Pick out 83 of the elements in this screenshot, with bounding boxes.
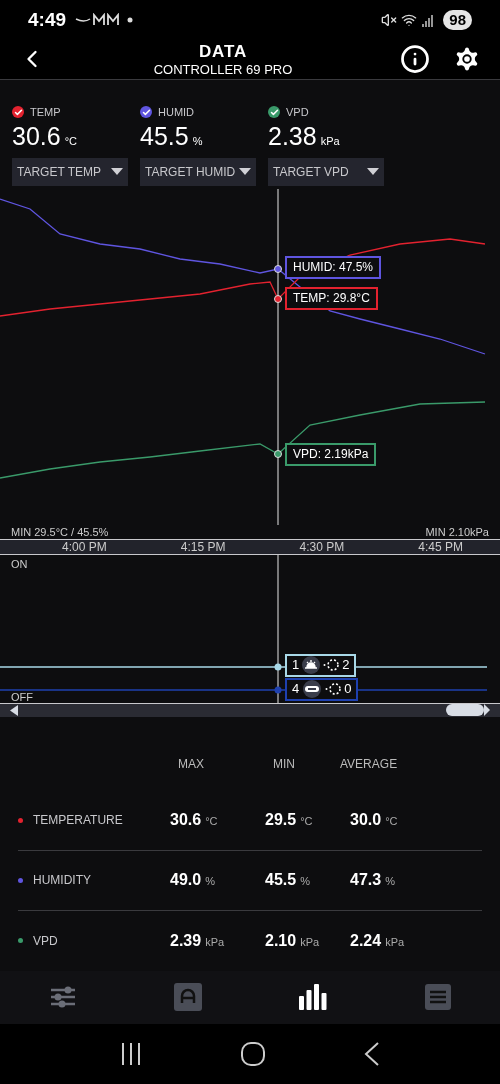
min-reading: MIN 2.10kPa bbox=[425, 524, 489, 539]
device-level: 0 bbox=[344, 680, 352, 699]
stat-unit: kPa bbox=[300, 934, 320, 950]
stat-unit: kPa bbox=[205, 934, 225, 950]
caret-icon bbox=[239, 168, 251, 177]
stat-value: 2.24 bbox=[350, 930, 382, 951]
metric-checkbox[interactable] bbox=[140, 106, 152, 118]
stat-value: 45.5 bbox=[265, 870, 297, 891]
on-label: ON bbox=[11, 556, 28, 572]
stat-unit: °C bbox=[385, 814, 398, 830]
row-label: TEMPERATURE bbox=[33, 812, 123, 830]
time-label: 4:00 PM bbox=[61, 539, 108, 554]
home-icon[interactable] bbox=[241, 1041, 265, 1066]
stat-unit: °C bbox=[300, 814, 313, 830]
bar-chart-icon[interactable] bbox=[298, 984, 327, 1011]
metric-label: TEMP bbox=[30, 104, 61, 120]
device-level: 2 bbox=[342, 656, 350, 675]
stat-value: 2.10 bbox=[265, 930, 297, 951]
mail-icon bbox=[107, 12, 119, 26]
sun-icon bbox=[302, 656, 321, 675]
caret-icon bbox=[367, 168, 379, 177]
row-label: HUMIDITY bbox=[33, 872, 91, 890]
signal-icon bbox=[421, 12, 436, 27]
column-header: MAX bbox=[177, 755, 205, 773]
cursor-point bbox=[274, 449, 282, 458]
row-label: VPD bbox=[33, 932, 58, 950]
dashed-circle-icon bbox=[325, 682, 342, 697]
cursor-point bbox=[274, 264, 282, 273]
stat-unit: % bbox=[300, 874, 310, 890]
cursor-point bbox=[274, 294, 282, 303]
port-number: 4 bbox=[292, 680, 300, 699]
off-label: OFF bbox=[11, 691, 33, 703]
target-dropdown[interactable]: TARGET TEMP bbox=[12, 158, 128, 187]
info-button[interactable] bbox=[400, 44, 430, 75]
target-dropdown[interactable]: TARGET HUMID bbox=[140, 158, 256, 187]
time-label: 4:15 PM bbox=[179, 539, 227, 554]
target-dropdown[interactable]: TARGET VPD bbox=[268, 158, 384, 187]
value-tooltip: TEMP: 29.8°C bbox=[285, 286, 378, 310]
stat-value: 49.0 bbox=[170, 870, 202, 891]
page-title: DATA bbox=[198, 40, 248, 62]
min-reading: MIN 29.5°C / 45.5% bbox=[11, 524, 109, 539]
scroll-bar[interactable] bbox=[0, 702, 500, 717]
value-tooltip: VPD: 2.19kPa bbox=[285, 442, 377, 466]
metric-unit: °C bbox=[64, 134, 77, 150]
cursor-line[interactable] bbox=[277, 554, 279, 703]
column-header: AVERAGE bbox=[339, 755, 399, 773]
stat-unit: % bbox=[205, 874, 215, 890]
metric-label: VPD bbox=[286, 104, 309, 120]
cursor-point bbox=[274, 686, 282, 694]
stat-unit: kPa bbox=[385, 934, 405, 950]
metric-value: 45.5 bbox=[140, 121, 189, 153]
metric-checkbox[interactable] bbox=[268, 106, 280, 118]
metric-value: 30.6 bbox=[12, 121, 61, 153]
metric-unit: kPa bbox=[320, 134, 340, 150]
recent-apps-icon[interactable] bbox=[119, 1042, 142, 1065]
metric-checkbox[interactable] bbox=[12, 106, 24, 118]
dashed-circle-icon bbox=[323, 658, 340, 673]
stat-value: 30.0 bbox=[350, 810, 382, 831]
cursor-point bbox=[274, 663, 282, 671]
mail-icon bbox=[93, 12, 105, 26]
stat-value: 2.39 bbox=[170, 930, 202, 951]
clock-time: 4:49 bbox=[28, 7, 67, 32]
stat-unit: % bbox=[385, 874, 395, 890]
stat-value: 47.3 bbox=[350, 870, 382, 891]
time-label: 4:45 PM bbox=[417, 539, 464, 554]
back-icon[interactable] bbox=[364, 1041, 381, 1066]
value-tooltip: HUMID: 47.5% bbox=[285, 255, 382, 279]
metric-unit: % bbox=[192, 134, 203, 150]
scroll-left-icon[interactable] bbox=[10, 704, 18, 716]
stat-value: 30.6 bbox=[170, 810, 202, 831]
battery-level: 98 bbox=[443, 9, 472, 30]
device-name: CONTROLLER 69 PRO bbox=[153, 61, 293, 79]
metric-label: HUMID bbox=[158, 104, 195, 120]
port-number: 1 bbox=[292, 656, 300, 675]
mute-icon bbox=[381, 11, 398, 28]
scroll-thumb-icon[interactable] bbox=[446, 704, 490, 717]
time-label: 4:30 PM bbox=[298, 539, 346, 554]
dot-icon bbox=[127, 17, 133, 23]
stat-unit: °C bbox=[205, 814, 218, 830]
metric-value: 2.38 bbox=[268, 121, 317, 153]
stat-value: 29.5 bbox=[265, 810, 297, 831]
column-header: MIN bbox=[272, 755, 296, 773]
caret-icon bbox=[111, 168, 123, 177]
